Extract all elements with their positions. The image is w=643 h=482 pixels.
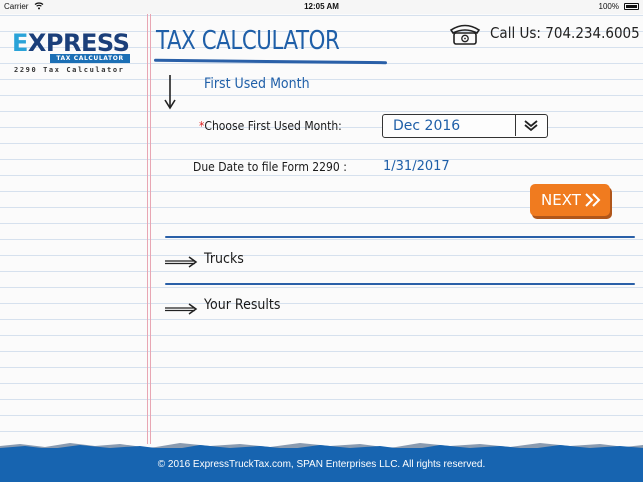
first-used-month-select[interactable]: Dec 2016 [382, 114, 548, 138]
telephone-icon [449, 24, 481, 45]
battery-percent: 100% [598, 2, 619, 11]
battery-icon [624, 3, 639, 10]
notebook-margin-line [150, 14, 151, 444]
dropdown-chevron-icon[interactable] [515, 115, 547, 136]
call-us-text[interactable]: Call Us: 704.234.6005 [490, 24, 640, 42]
phone-number[interactable]: 704.234.6005 [545, 24, 639, 42]
logo-band: TAX CALCULATOR [50, 54, 130, 63]
due-date-label: Due Date to file Form 2290 : [193, 160, 347, 174]
section-trucks[interactable]: Trucks [204, 251, 244, 267]
section-divider [165, 283, 635, 285]
logo-tagline: 2290 Tax Calculator [14, 66, 125, 74]
title-underline [153, 58, 388, 65]
section-your-results[interactable]: Your Results [204, 297, 280, 313]
arrow-right-icon [165, 256, 198, 268]
choose-month-label: *Choose First Used Month: [199, 119, 342, 133]
double-chevron-right-icon [585, 193, 601, 207]
copyright-text: © 2016 ExpressTruckTax.com, SPAN Enterpr… [157, 459, 486, 470]
section-divider [165, 236, 635, 238]
next-button[interactable]: NEXT [530, 184, 610, 216]
logo-wordmark: EXPRESS [12, 29, 130, 57]
express-logo: EXPRESS TAX CALCULATOR 2290 Tax Calculat… [12, 30, 132, 76]
footer: © 2016 ExpressTruckTax.com, SPAN Enterpr… [0, 440, 643, 482]
due-date-value: 1/31/2017 [383, 159, 450, 174]
arrow-down-icon [164, 75, 176, 110]
page-title: TAX CALCULATOR [156, 26, 340, 56]
section-first-used-month[interactable]: First Used Month [204, 76, 310, 92]
arrow-right-icon [165, 303, 198, 315]
notebook-margin-line [147, 14, 148, 444]
status-bar: Carrier 12:05 AM 100% [0, 0, 643, 14]
clock: 12:05 AM [304, 2, 339, 11]
selected-month-value: Dec 2016 [393, 118, 461, 134]
